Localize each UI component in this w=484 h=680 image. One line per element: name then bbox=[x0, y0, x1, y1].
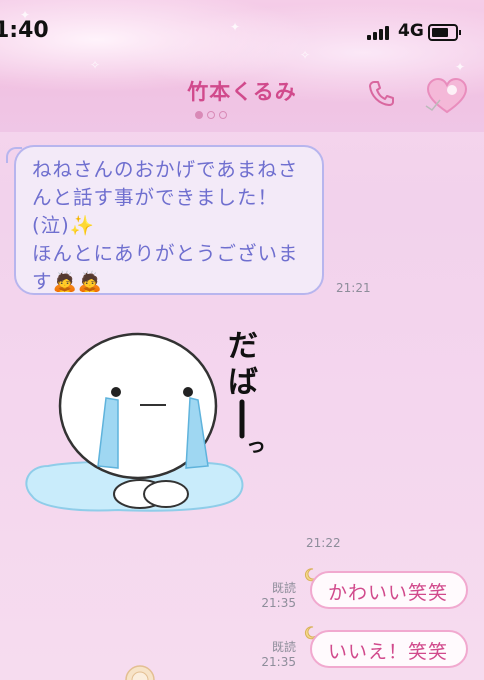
message-line: ほんとにありがとうございま bbox=[32, 242, 299, 265]
message-line: (泣)✨ bbox=[32, 214, 95, 237]
incoming-message-bubble[interactable]: ねねさんのおかげであまねさ んと話す事ができました！ (泣)✨ ほんとにありがと… bbox=[14, 145, 324, 295]
heart-menu-icon[interactable] bbox=[424, 76, 470, 116]
read-receipt: 既読 bbox=[271, 640, 296, 654]
status-time: 1:40 bbox=[0, 18, 49, 43]
battery-icon bbox=[428, 24, 461, 41]
moon-charm-decoration bbox=[125, 665, 155, 680]
sparkle-decoration: ✦ bbox=[455, 60, 466, 74]
message-line: す🙇🙇 bbox=[32, 270, 104, 293]
message-line: ねねさんのおかげであまねさ bbox=[32, 158, 299, 181]
message-line: んと話す事ができました！ bbox=[32, 186, 279, 209]
sparkle-decoration: ✧ bbox=[300, 48, 311, 62]
message-time: 21:22 bbox=[306, 536, 341, 550]
sticker-caption-char: ば bbox=[228, 365, 258, 400]
page-indicator bbox=[195, 111, 235, 119]
phone-call-icon[interactable] bbox=[366, 78, 396, 108]
chat-header: ✦ ✦ ✧ ✧ ✦ 1:40 4G 竹本くるみ bbox=[0, 0, 484, 132]
sparkle-decoration: ✧ bbox=[90, 58, 101, 72]
message-time: 21:21 bbox=[336, 281, 371, 295]
crying-sticker[interactable]: だ ば っ bbox=[18, 316, 280, 526]
contact-name[interactable]: 竹本くるみ bbox=[0, 76, 484, 106]
message-time: 21:35 bbox=[261, 596, 296, 610]
sparkle-decoration: ✦ bbox=[230, 20, 241, 34]
message-time: 21:35 bbox=[261, 655, 296, 669]
read-receipt: 既読 bbox=[271, 581, 296, 595]
network-label: 4G bbox=[398, 21, 424, 41]
signal-icon bbox=[367, 26, 393, 40]
outgoing-message-bubble[interactable]: いいえ！笑笑 bbox=[310, 630, 468, 668]
sticker-caption-char: だ bbox=[228, 329, 258, 364]
outgoing-message-bubble[interactable]: かわいい笑笑 bbox=[310, 571, 468, 609]
sticker-caption-char: っ bbox=[246, 433, 266, 457]
